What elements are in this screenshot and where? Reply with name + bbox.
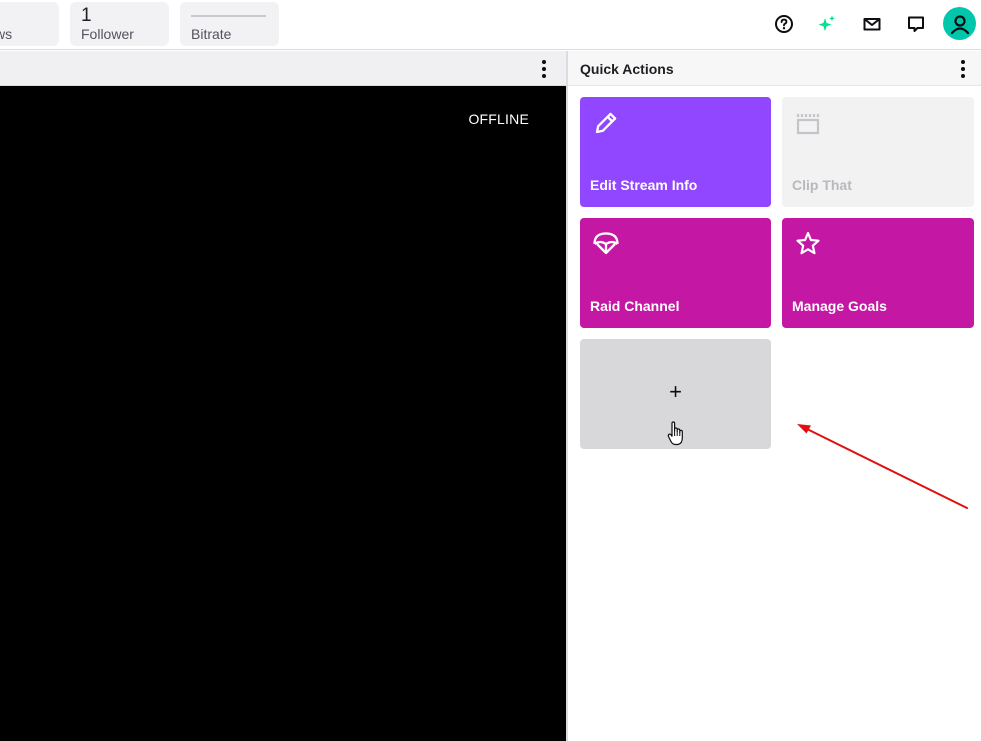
clip-that-button[interactable]: Clip That [782,97,974,207]
manage-goals-label: Manage Goals [792,298,887,314]
clip-that-label: Clip That [792,177,852,193]
bitrate-placeholder-bar [191,15,266,17]
manage-goals-button[interactable]: Manage Goals [782,218,974,328]
whispers-icon[interactable] [901,9,931,39]
raid-channel-label: Raid Channel [590,298,680,314]
parachute-icon [592,230,620,263]
quick-actions-title: Quick Actions [580,61,674,77]
stat-views-label: Views [0,26,13,42]
panel-resize-handle[interactable] [566,51,568,741]
inbox-icon[interactable] [857,9,887,39]
clapperboard-icon [794,109,822,142]
stat-followers[interactable]: 1 Follower [70,2,169,46]
stat-bitrate[interactable]: Bitrate [180,2,279,46]
offline-status: OFFLINE [468,111,529,127]
stat-followers-value: 1 [81,5,92,26]
sparkle-icon[interactable] [812,9,842,39]
video-panel-more-icon[interactable] [534,56,554,82]
stat-bitrate-label: Bitrate [191,26,232,42]
quick-actions-more-icon[interactable] [953,56,973,82]
star-icon [794,230,822,263]
help-icon[interactable] [769,9,799,39]
edit-stream-info-button[interactable]: Edit Stream Info [580,97,771,207]
plus-icon: + [669,379,682,404]
user-avatar-icon[interactable] [943,7,976,40]
stream-manager: Views 1 Follower Bitrate [0,0,981,741]
top-bar: Views 1 Follower Bitrate [0,0,981,50]
stat-followers-label: Follower [81,26,134,42]
stat-views[interactable]: Views [0,2,59,46]
video-panel-header [0,51,566,86]
annotation-arrow-icon [795,422,970,517]
hand-pointer-cursor-icon [667,421,685,452]
video-preview: OFFLINE [0,86,566,741]
quick-actions-header: Quick Actions [568,51,981,86]
raid-channel-button[interactable]: Raid Channel [580,218,771,328]
pencil-icon [592,109,620,142]
edit-stream-info-label: Edit Stream Info [590,177,698,193]
